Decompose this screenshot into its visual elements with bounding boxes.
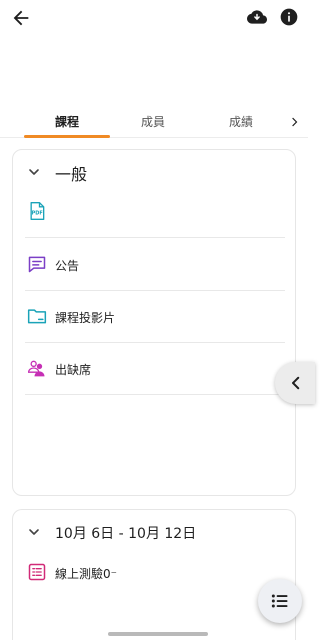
chevron-down-icon: [29, 169, 39, 175]
chevron-down-icon: [29, 529, 39, 535]
list-fab-button[interactable]: [258, 579, 302, 623]
list-item-folder[interactable]: 課程投影片: [25, 291, 285, 343]
chevron-right-icon: [292, 117, 298, 127]
cloud-download-icon: [247, 10, 267, 24]
info-button[interactable]: [279, 7, 299, 27]
active-tab-indicator: [24, 135, 110, 138]
tab-label: 成員: [140, 114, 165, 129]
tab-scroll-right-button[interactable]: [288, 114, 302, 128]
info-icon: [280, 8, 298, 26]
item-label: 課程投影片: [55, 311, 116, 325]
item-label: 線上測驗0⁻: [55, 567, 117, 581]
list-item-pdf[interactable]: PDF: [25, 186, 285, 238]
divider: [25, 394, 285, 395]
tab-label: 成績: [228, 114, 253, 129]
side-drawer-toggle[interactable]: [275, 362, 315, 404]
list-icon: [271, 594, 288, 608]
home-indicator[interactable]: [108, 632, 208, 636]
top-bar: [0, 0, 308, 36]
item-label: 公告: [55, 259, 80, 273]
back-button[interactable]: [10, 7, 32, 29]
list-item-announcement[interactable]: 公告: [25, 239, 285, 291]
attendance-icon: [27, 360, 45, 377]
arrow-left-icon: [13, 10, 29, 26]
tab-label: 課程: [54, 114, 79, 129]
section-title: 10月 6日 - 10月 12日: [55, 526, 197, 542]
section-title: 一般: [55, 165, 88, 184]
list-item-attendance[interactable]: 出缺席: [25, 343, 285, 395]
svg-text:PDF: PDF: [32, 210, 43, 216]
section-card-general: 一般 PDF 公告 課程投影片 出缺席: [12, 149, 296, 496]
announcement-icon: [28, 256, 46, 273]
download-button[interactable]: [247, 7, 267, 27]
list-item-quiz[interactable]: 線上測驗0⁻: [25, 547, 285, 599]
tab-bar: 課程 成員 成績: [0, 104, 308, 138]
chevron-left-icon: [292, 376, 300, 390]
pdf-file-icon: PDF: [30, 202, 45, 220]
divider: [25, 237, 285, 238]
quiz-icon: [28, 563, 46, 581]
folder-icon: [27, 309, 47, 324]
item-label: 出缺席: [55, 363, 92, 377]
tab-members[interactable]: 成員: [110, 104, 196, 138]
section-card-week: 10月 6日 - 10月 12日 線上測驗0⁻: [12, 509, 296, 640]
tab-grades[interactable]: 成績: [198, 104, 284, 138]
tab-course[interactable]: 課程: [24, 104, 110, 138]
